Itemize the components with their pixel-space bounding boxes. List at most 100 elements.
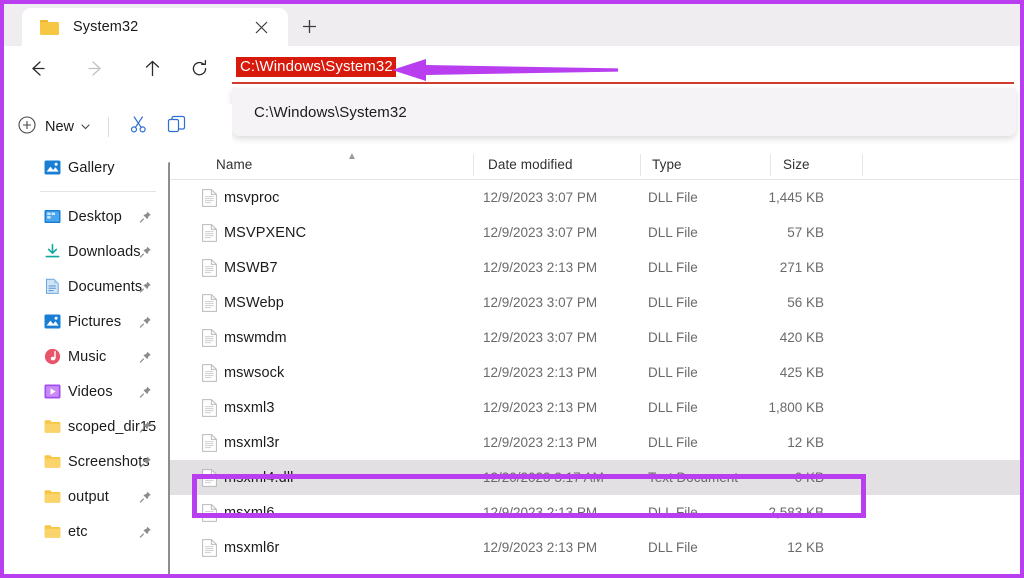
refresh-button[interactable]: [184, 53, 214, 83]
table-row[interactable]: msxml6r12/9/2023 2:13 PMDLL File12 KB: [170, 530, 1020, 565]
column-divider[interactable]: [640, 154, 641, 176]
new-tab-button[interactable]: [296, 13, 322, 39]
back-button[interactable]: [22, 53, 52, 83]
cell-name: MSWB7: [224, 260, 278, 276]
cell-size: 56 KB: [730, 295, 824, 310]
sidebar-item-output[interactable]: output: [4, 479, 170, 514]
suggestion-item[interactable]: C:\Windows\System32: [232, 104, 407, 121]
column-divider[interactable]: [473, 154, 474, 176]
address-input-value[interactable]: C:\Windows\System32: [236, 57, 396, 77]
file-icon: [202, 329, 217, 347]
table-row[interactable]: msvproc12/9/2023 3:07 PMDLL File1,445 KB: [170, 180, 1020, 215]
address-bar[interactable]: C:\Windows\System32: [232, 52, 1014, 84]
sidebar-item-desktop[interactable]: Desktop: [4, 199, 170, 234]
sidebar-item-screenshots[interactable]: Screenshots: [4, 444, 170, 479]
table-row[interactable]: msxml312/9/2023 2:13 PMDLL File1,800 KB: [170, 390, 1020, 425]
sidebar-item-music[interactable]: Music: [4, 339, 170, 374]
file-icon: [202, 539, 217, 557]
file-icon: [202, 189, 217, 207]
cell-name: msxml6: [224, 505, 275, 521]
column-header-date-modified[interactable]: Date modified: [488, 157, 573, 172]
pin-icon[interactable]: [139, 420, 152, 433]
file-icon: [202, 399, 217, 417]
toolbar-divider: [108, 117, 109, 137]
chevron-down-icon[interactable]: [81, 124, 90, 130]
caret-up-icon: ▲: [347, 151, 357, 162]
cell-type: DLL File: [648, 190, 698, 205]
pin-icon[interactable]: [139, 455, 152, 468]
table-row[interactable]: MSWB712/9/2023 2:13 PMDLL File271 KB: [170, 250, 1020, 285]
pin-icon[interactable]: [139, 315, 152, 328]
folder-icon: [44, 488, 61, 505]
address-suggestions-dropdown: C:\Windows\System32: [232, 88, 1016, 136]
file-rows: msvproc12/9/2023 3:07 PMDLL File1,445 KB…: [170, 180, 1020, 565]
cell-size: 420 KB: [730, 330, 824, 345]
cell-size: 2,583 KB: [730, 505, 824, 520]
scissors-icon: [129, 115, 148, 139]
column-headers: ▲ Name Date modified Type Size: [170, 150, 1020, 180]
sidebar-item-etc[interactable]: etc: [4, 514, 170, 549]
pin-icon[interactable]: [139, 350, 152, 363]
cell-size: 12 KB: [730, 540, 824, 555]
file-explorer-window: System32 C:\Windows\System32 C:\Wi: [0, 0, 1024, 578]
column-divider[interactable]: [770, 154, 771, 176]
cell-date-modified: 12/20/2023 3:17 AM: [483, 470, 604, 485]
table-row[interactable]: msxml4.dll12/20/2023 3:17 AMText Documen…: [170, 460, 1020, 495]
table-row[interactable]: mswmdm12/9/2023 3:07 PMDLL File420 KB: [170, 320, 1020, 355]
sidebar-item-pictures[interactable]: Pictures: [4, 304, 170, 339]
pin-icon[interactable]: [139, 525, 152, 538]
cut-button[interactable]: [123, 112, 153, 142]
cell-date-modified: 12/9/2023 3:07 PM: [483, 190, 597, 205]
column-header-name[interactable]: Name: [216, 157, 252, 172]
pin-icon[interactable]: [139, 490, 152, 503]
cell-name: mswsock: [224, 365, 284, 381]
file-icon: [202, 364, 217, 382]
tab-title: System32: [73, 19, 138, 35]
sidebar-item-label: output: [68, 489, 109, 505]
tab-system32[interactable]: System32: [22, 8, 288, 46]
cell-size: 57 KB: [730, 225, 824, 240]
close-icon[interactable]: [250, 16, 272, 38]
sidebar-item-label: Screenshots: [68, 454, 150, 470]
table-row[interactable]: msxml3r12/9/2023 2:13 PMDLL File12 KB: [170, 425, 1020, 460]
sidebar-item-gallery[interactable]: Gallery: [4, 150, 170, 185]
column-header-size[interactable]: Size: [783, 157, 810, 172]
cell-name: msxml3r: [224, 435, 279, 451]
cell-date-modified: 12/9/2023 2:13 PM: [483, 435, 597, 450]
sidebar-divider: [40, 191, 156, 192]
documents-icon: [44, 278, 61, 295]
column-header-type[interactable]: Type: [652, 157, 682, 172]
pin-icon[interactable]: [139, 245, 152, 258]
pin-icon[interactable]: [139, 280, 152, 293]
cell-type: DLL File: [648, 540, 698, 555]
cell-type: DLL File: [648, 505, 698, 520]
cell-type: DLL File: [648, 295, 698, 310]
pin-icon[interactable]: [139, 385, 152, 398]
sidebar-item-downloads[interactable]: Downloads: [4, 234, 170, 269]
copy-button[interactable]: [161, 112, 191, 142]
cell-size: 271 KB: [730, 260, 824, 275]
cell-date-modified: 12/9/2023 2:13 PM: [483, 260, 597, 275]
music-icon: [44, 348, 61, 365]
copy-icon: [167, 115, 186, 139]
sidebar-item-label: Documents: [68, 279, 142, 295]
folder-icon: [40, 20, 59, 35]
table-row[interactable]: msxml612/9/2023 2:13 PMDLL File2,583 KB: [170, 495, 1020, 530]
up-button[interactable]: [137, 53, 167, 83]
pin-icon[interactable]: [139, 210, 152, 223]
file-list-pane: ▲ Name Date modified Type Size msvproc12…: [170, 150, 1020, 574]
table-row[interactable]: MSWebp12/9/2023 3:07 PMDLL File56 KB: [170, 285, 1020, 320]
cell-name: MSWebp: [224, 295, 284, 311]
forward-button[interactable]: [80, 53, 110, 83]
sidebar-item-scoped-dir15[interactable]: scoped_dir15: [4, 409, 170, 444]
cell-date-modified: 12/9/2023 3:07 PM: [483, 330, 597, 345]
sidebar-item-videos[interactable]: Videos: [4, 374, 170, 409]
column-divider[interactable]: [862, 154, 863, 176]
new-button[interactable]: New: [18, 112, 90, 142]
sidebar-item-documents[interactable]: Documents: [4, 269, 170, 304]
cell-type: DLL File: [648, 330, 698, 345]
table-row[interactable]: mswsock12/9/2023 2:13 PMDLL File425 KB: [170, 355, 1020, 390]
cell-date-modified: 12/9/2023 2:13 PM: [483, 540, 597, 555]
table-row[interactable]: MSVPXENC12/9/2023 3:07 PMDLL File57 KB: [170, 215, 1020, 250]
folder-icon: [44, 453, 61, 470]
